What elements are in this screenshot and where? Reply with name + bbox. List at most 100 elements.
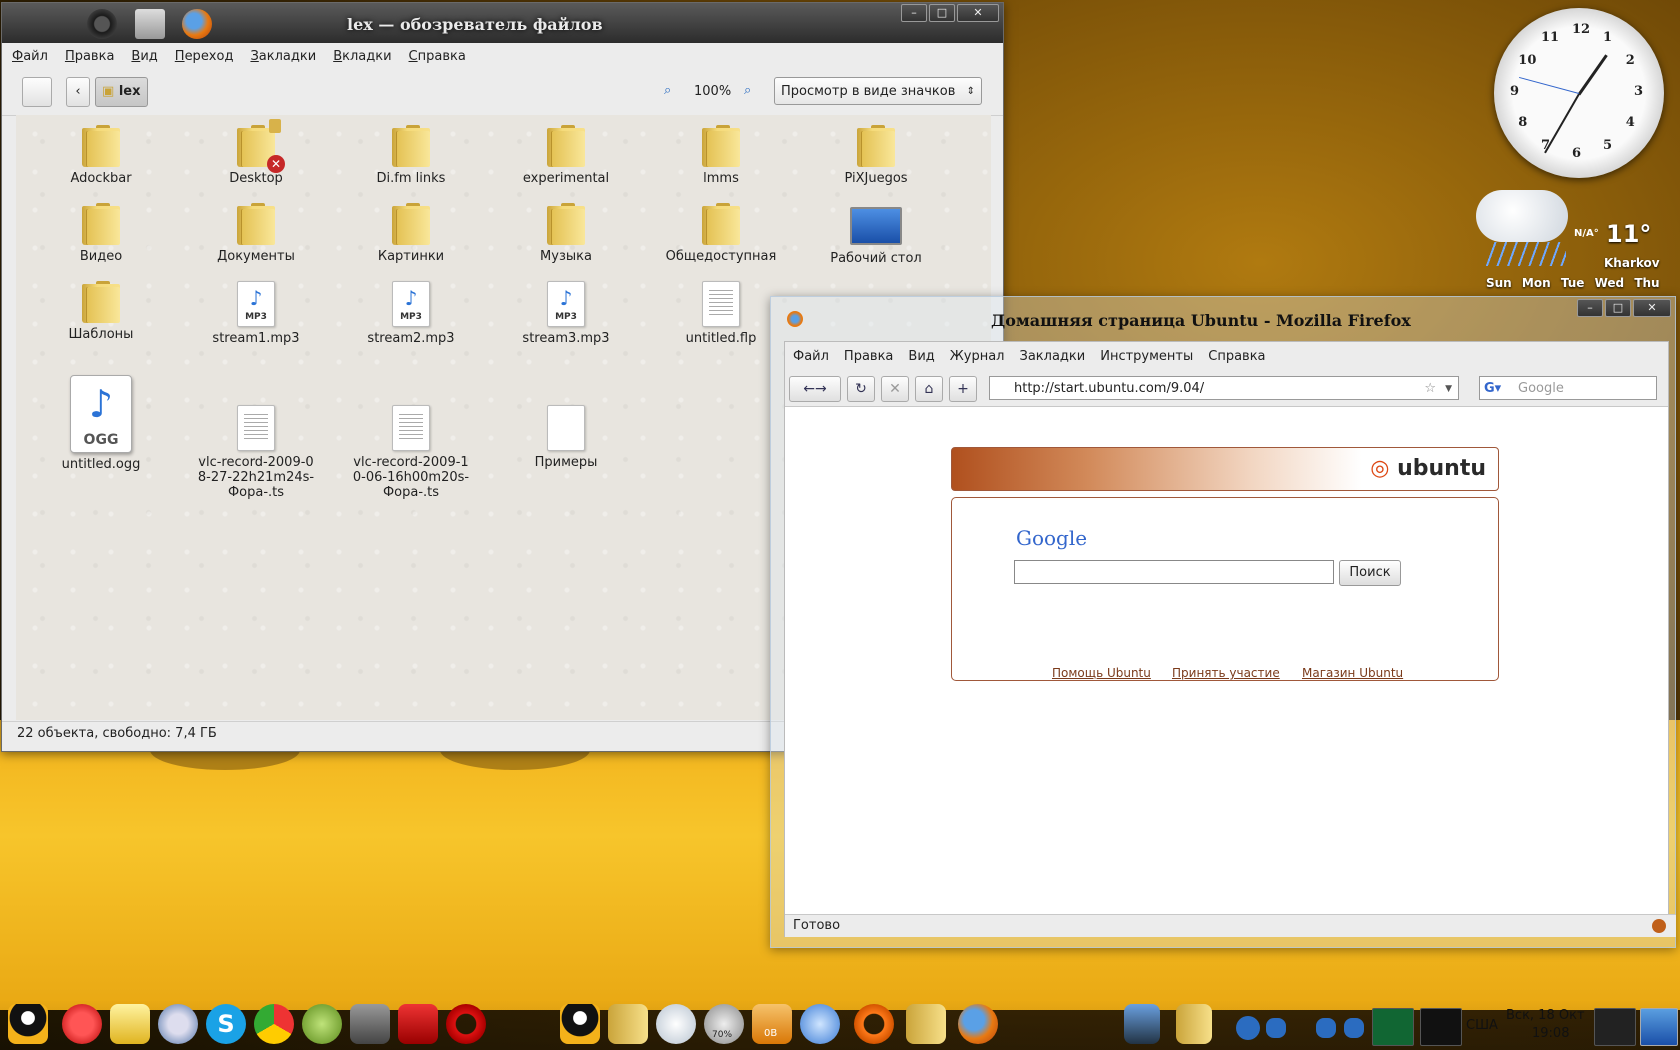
maximize-button[interactable]: □ (1605, 299, 1631, 317)
firefox-icon[interactable] (787, 311, 803, 327)
menu-view[interactable]: Вид (908, 349, 934, 364)
close-button[interactable]: ✕ (1633, 299, 1671, 317)
home-button[interactable]: ⌂ (915, 376, 943, 402)
menu-tools[interactable]: Инструменты (1100, 349, 1193, 364)
file-manager-icon[interactable] (135, 9, 165, 39)
penguin-app-icon[interactable] (560, 1004, 600, 1044)
music-player-icon[interactable] (800, 1004, 840, 1044)
media-prev-icon[interactable] (1266, 1018, 1286, 1038)
ubuntu-logo[interactable]: ◎ ubuntu (1370, 456, 1486, 481)
folder-item[interactable]: Музыка (491, 203, 641, 264)
close-button[interactable]: ✕ (957, 4, 999, 22)
media-next-icon[interactable] (1344, 1018, 1364, 1038)
new-tab-button[interactable]: + (949, 376, 977, 402)
weather-dock-icon[interactable] (656, 1004, 696, 1044)
clock-widget[interactable]: 12 1 2 3 4 5 6 7 8 9 10 11 (1494, 8, 1664, 178)
battery-switch-icon[interactable] (398, 1004, 438, 1044)
file-manager-dock-icon[interactable] (906, 1004, 946, 1044)
folder-item[interactable]: Картинки (336, 203, 486, 264)
search-engine-icon[interactable]: G▾ (1484, 377, 1501, 401)
file-item[interactable]: ♪ MP3 stream3.mp3 (491, 281, 641, 346)
maximize-button[interactable]: □ (929, 4, 955, 22)
show-desktop-icon[interactable] (1640, 1008, 1678, 1046)
minimize-button[interactable]: – (1577, 299, 1603, 317)
menu-help[interactable]: Справка (409, 49, 466, 64)
file-item[interactable]: ♪ OGG untitled.ogg (26, 375, 176, 472)
chrome-icon[interactable] (254, 1004, 294, 1044)
folder-item[interactable]: Шаблоны (26, 281, 176, 342)
folder-item[interactable]: Di.fm links (336, 125, 486, 186)
network-icon[interactable] (302, 1004, 342, 1044)
file-item[interactable]: Примеры (491, 375, 641, 470)
window-list-icon[interactable] (1594, 1008, 1636, 1046)
stop-button[interactable]: ✕ (881, 376, 909, 402)
menu-view[interactable]: Вид (131, 49, 157, 64)
folder-item[interactable]: Документы (181, 203, 331, 264)
view-mode-select[interactable]: Просмотр в виде значков ⇕ (774, 77, 982, 105)
folder-tray-icon[interactable] (1176, 1004, 1212, 1044)
minimize-button[interactable]: – (901, 4, 927, 22)
clock-time[interactable]: 19:08 (1532, 1026, 1569, 1041)
menu-edit[interactable]: Правка (65, 49, 114, 64)
firefox-icon[interactable] (182, 9, 212, 39)
menu-tabs[interactable]: Вкладки (333, 49, 391, 64)
trash-icon[interactable]: 0B (752, 1004, 792, 1044)
menu-bookmarks[interactable]: Закладки (1020, 349, 1086, 364)
search-button[interactable]: Поиск (1339, 560, 1401, 586)
file-item[interactable]: ♪ MP3 stream1.mp3 (181, 281, 331, 346)
opera-icon[interactable] (854, 1004, 894, 1044)
file-manager-titlebar[interactable]: lex — обозреватель файлов – □ ✕ (2, 3, 1003, 43)
menu-go[interactable]: Переход (175, 49, 234, 64)
opera-icon[interactable] (446, 1004, 486, 1044)
search-bar[interactable]: G▾ Google (1479, 376, 1657, 400)
url-bar[interactable]: http://start.ubuntu.com/9.04/ ☆ ▼ (989, 376, 1459, 400)
folder-dock-icon[interactable] (608, 1004, 648, 1044)
penguin-menu-icon[interactable] (8, 1004, 48, 1044)
menu-edit[interactable]: Правка (844, 349, 893, 364)
terminal-icon[interactable] (1420, 1008, 1462, 1046)
menu-help[interactable]: Справка (1208, 349, 1265, 364)
firefox-icon[interactable] (958, 1004, 998, 1044)
lock-icon[interactable] (110, 1004, 150, 1044)
network-manager-icon[interactable] (1124, 1004, 1160, 1044)
file-item[interactable]: Рабочий стол (801, 203, 951, 266)
zoom-out-icon[interactable]: ⌕ (664, 83, 671, 98)
file-item[interactable]: vlc-record-2009-10-06-16h00m20s-Фора-.ts (336, 375, 486, 500)
opera-icon[interactable] (87, 9, 117, 39)
file-item[interactable]: vlc-record-2009-08-27-22h21m24s-Фора-.ts (181, 375, 331, 500)
breadcrumb[interactable]: ▣ lex (95, 77, 148, 107)
google-search-input[interactable] (1014, 560, 1334, 584)
weather-widget[interactable]: N/A° 11° Kharkov Sun Mon Tue Wed Thu (1476, 190, 1676, 290)
video-editor-icon[interactable] (350, 1004, 390, 1044)
file-item[interactable]: ♪ MP3 stream2.mp3 (336, 281, 486, 346)
skype-icon[interactable]: S (206, 1004, 246, 1044)
clock-date[interactable]: Вск, 18 Окт (1506, 1008, 1585, 1023)
folder-item[interactable]: lmms (646, 125, 796, 186)
toggle-location-button[interactable] (22, 77, 52, 107)
media-stop-icon[interactable] (1316, 1018, 1336, 1038)
back-button[interactable]: ‹ (66, 77, 90, 107)
zoom-in-icon[interactable]: ⌕ (744, 83, 751, 98)
link-get-involved[interactable]: Принять участие (1172, 666, 1280, 680)
system-graph-icon[interactable] (1372, 1008, 1414, 1046)
reload-button[interactable]: ↻ (847, 376, 875, 402)
menu-file[interactable]: Файл (12, 49, 48, 64)
back-button[interactable]: ←→ (789, 376, 841, 402)
addon-status-icon[interactable] (1652, 919, 1666, 933)
link-ubuntu-help[interactable]: Помощь Ubuntu (1052, 666, 1151, 680)
menu-history[interactable]: Журнал (950, 349, 1005, 364)
system-monitor-icon[interactable]: 70% (704, 1004, 744, 1044)
folder-item[interactable]: Desktop ✕ (181, 119, 331, 186)
menu-bookmarks[interactable]: Закладки (250, 49, 316, 64)
bookmark-star-icon[interactable]: ☆ (1424, 377, 1436, 401)
folder-item[interactable]: experimental (491, 125, 641, 186)
folder-item[interactable]: PiXJuegos (801, 125, 951, 186)
folder-item[interactable]: Видео (26, 203, 176, 264)
folder-item[interactable]: Общедоступная (646, 203, 796, 264)
keyboard-layout[interactable]: США (1466, 1018, 1498, 1033)
link-ubuntu-shop[interactable]: Магазин Ubuntu (1302, 666, 1403, 680)
folder-item[interactable]: Adockbar (26, 125, 176, 186)
media-player-icon[interactable] (1236, 1016, 1260, 1040)
menu-file[interactable]: Файл (793, 349, 829, 364)
refresh-icon[interactable] (158, 1004, 198, 1044)
